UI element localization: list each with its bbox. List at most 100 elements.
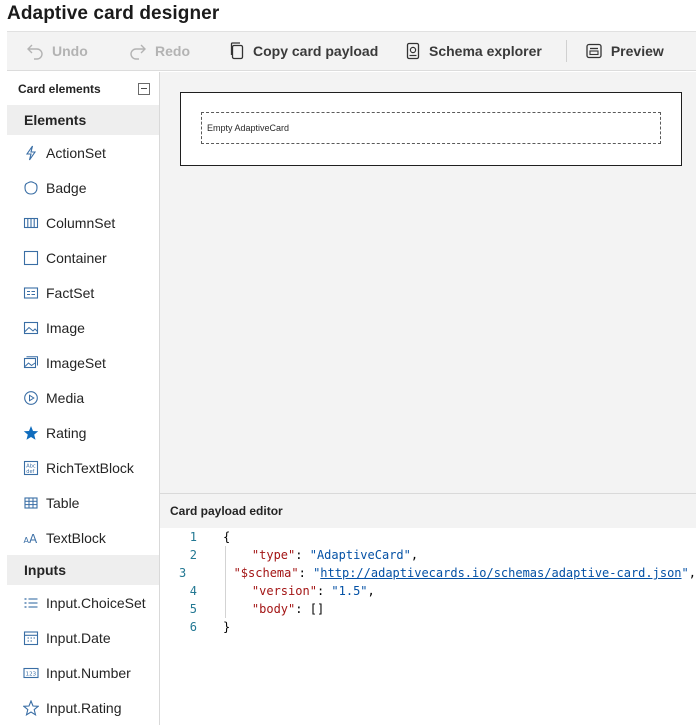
sidebar-item-input-date[interactable]: Input.Date [7, 620, 159, 655]
json-value: "1.5" [331, 584, 368, 598]
json-key: "body" [251, 602, 296, 616]
table-icon [23, 495, 39, 511]
editor-title: Card payload editor [160, 494, 696, 528]
redo-button[interactable]: Redo [129, 32, 229, 70]
copy-icon [230, 42, 244, 60]
sidebar-item-label: FactSet [46, 284, 95, 301]
sidebar-item-factset[interactable]: FactSet [7, 275, 159, 310]
sidebar-item-badge[interactable]: Badge [7, 170, 159, 205]
sidebar-item-label: Input.ChoiceSet [46, 594, 146, 611]
list-icon [23, 595, 39, 611]
redo-icon [130, 44, 146, 60]
open-brace: { [223, 530, 231, 544]
sidebar-item-table[interactable]: Table [7, 485, 159, 520]
line-number: 3 [179, 566, 187, 580]
svg-text:A: A [29, 532, 38, 546]
code-line: 3 "$schema": " http://adaptivecards.io/sc… [160, 564, 696, 582]
sidebar-item-input-number[interactable]: 123 Input.Number [7, 655, 159, 690]
sidebar-item-textblock[interactable]: AA TextBlock [7, 520, 159, 555]
json-key: "version" [251, 584, 317, 598]
sidebar-item-imageset[interactable]: ImageSet [7, 345, 159, 380]
schema-book-icon [406, 42, 420, 60]
schema-link[interactable]: http://adaptivecards.io/schemas/adaptive… [320, 564, 681, 582]
section-header-elements: Elements [7, 105, 159, 135]
card-payload-editor: Card payload editor 1{ 2 "type": "Adapti… [160, 493, 696, 725]
json-key: "type" [251, 548, 296, 562]
design-canvas: Empty AdaptiveCard [160, 72, 696, 493]
json-value: [] [309, 602, 325, 616]
sidebar-item-label: Container [46, 249, 107, 266]
columns-icon [23, 215, 39, 231]
sidebar-item-rating[interactable]: Rating [7, 415, 159, 450]
sidebar-title: Card elements [18, 81, 101, 96]
sidebar-header: Card elements [7, 72, 159, 105]
code-line: 5 "body": [] [160, 600, 696, 618]
sidebar-item-input-choiceset[interactable]: Input.ChoiceSet [7, 585, 159, 620]
code-line: 1{ [160, 528, 696, 546]
code-line: 2 "type": "AdaptiveCard", [160, 546, 696, 564]
sidebar-item-image[interactable]: Image [7, 310, 159, 345]
sidebar-item-input-rating[interactable]: Input.Rating [7, 690, 159, 725]
media-icon [23, 390, 39, 406]
sidebar-item-label: Media [46, 389, 85, 406]
sidebar-item-label: Rating [46, 424, 87, 441]
factset-icon [23, 285, 39, 301]
star-outline-icon [23, 699, 39, 716]
line-number: 4 [189, 584, 197, 598]
sidebar-item-label: Table [46, 494, 80, 511]
json-value: "AdaptiveCard" [309, 548, 411, 562]
adaptive-card-preview[interactable]: Empty AdaptiveCard [180, 92, 682, 166]
sidebar-item-container[interactable]: Container [7, 240, 159, 275]
schema-label: Schema explorer [429, 43, 542, 59]
app-title: Adaptive card designer [7, 3, 220, 24]
imageset-icon [23, 355, 39, 371]
preview-button[interactable]: Preview [585, 32, 664, 70]
sidebar-item-richtextblock[interactable]: Abc def RichTextBlock [7, 450, 159, 485]
container-icon [23, 250, 39, 266]
copy-card-payload-button[interactable]: Copy card payload [229, 32, 405, 70]
json-key: "$schema" [233, 566, 299, 580]
section-header-inputs: Inputs [7, 555, 159, 585]
redo-label: Redo [155, 43, 190, 59]
undo-label: Undo [52, 43, 88, 59]
toolbar-divider [565, 40, 567, 62]
sidebar-item-label: ColumnSet [46, 214, 116, 231]
code-line: 4 "version": "1.5", [160, 582, 696, 600]
sidebar-item-label: Badge [46, 179, 87, 196]
line-number: 1 [189, 530, 197, 544]
svg-text:123: 123 [26, 671, 37, 677]
sidebar-item-actionset[interactable]: ActionSet [7, 135, 159, 170]
collapse-icon[interactable] [138, 82, 150, 95]
line-number: 2 [189, 548, 197, 562]
badge-icon [23, 180, 39, 196]
sidebar-item-columnset[interactable]: ColumnSet [7, 205, 159, 240]
sidebar-item-label: Image [46, 319, 85, 336]
close-brace: } [223, 620, 231, 634]
preview-label: Preview [610, 43, 664, 59]
sidebar-item-label: TextBlock [46, 529, 106, 546]
star-filled-icon [23, 425, 39, 441]
undo-icon [27, 44, 43, 60]
code-line: 6} [160, 618, 696, 636]
empty-card-placeholder[interactable]: Empty AdaptiveCard [201, 112, 661, 144]
copy-label: Copy card payload [253, 43, 379, 59]
number-icon: 123 [23, 665, 39, 681]
preview-icon [586, 43, 602, 59]
svg-text:def: def [26, 468, 34, 474]
flash-icon [23, 145, 39, 161]
toolbar: Undo Redo Copy card payload Schema explo… [7, 31, 696, 71]
indent-guide [225, 546, 226, 618]
sidebar-item-label: Input.Number [46, 664, 131, 681]
sidebar-item-label: RichTextBlock [46, 459, 134, 476]
schema-explorer-button[interactable]: Schema explorer [405, 32, 542, 70]
textblock-icon: AA [23, 530, 39, 546]
image-icon [23, 320, 39, 336]
sidebar-item-media[interactable]: Media [7, 380, 159, 415]
undo-button[interactable]: Undo [26, 32, 129, 70]
richtext-icon: Abc def [23, 460, 39, 476]
code-editor[interactable]: 1{ 2 "type": "AdaptiveCard", 3 "$schema"… [160, 528, 696, 636]
sidebar-item-label: Input.Rating [46, 699, 122, 716]
line-number: 6 [189, 620, 197, 634]
sidebar-item-label: ActionSet [46, 144, 106, 161]
sidebar-item-label: Input.Date [46, 629, 111, 646]
